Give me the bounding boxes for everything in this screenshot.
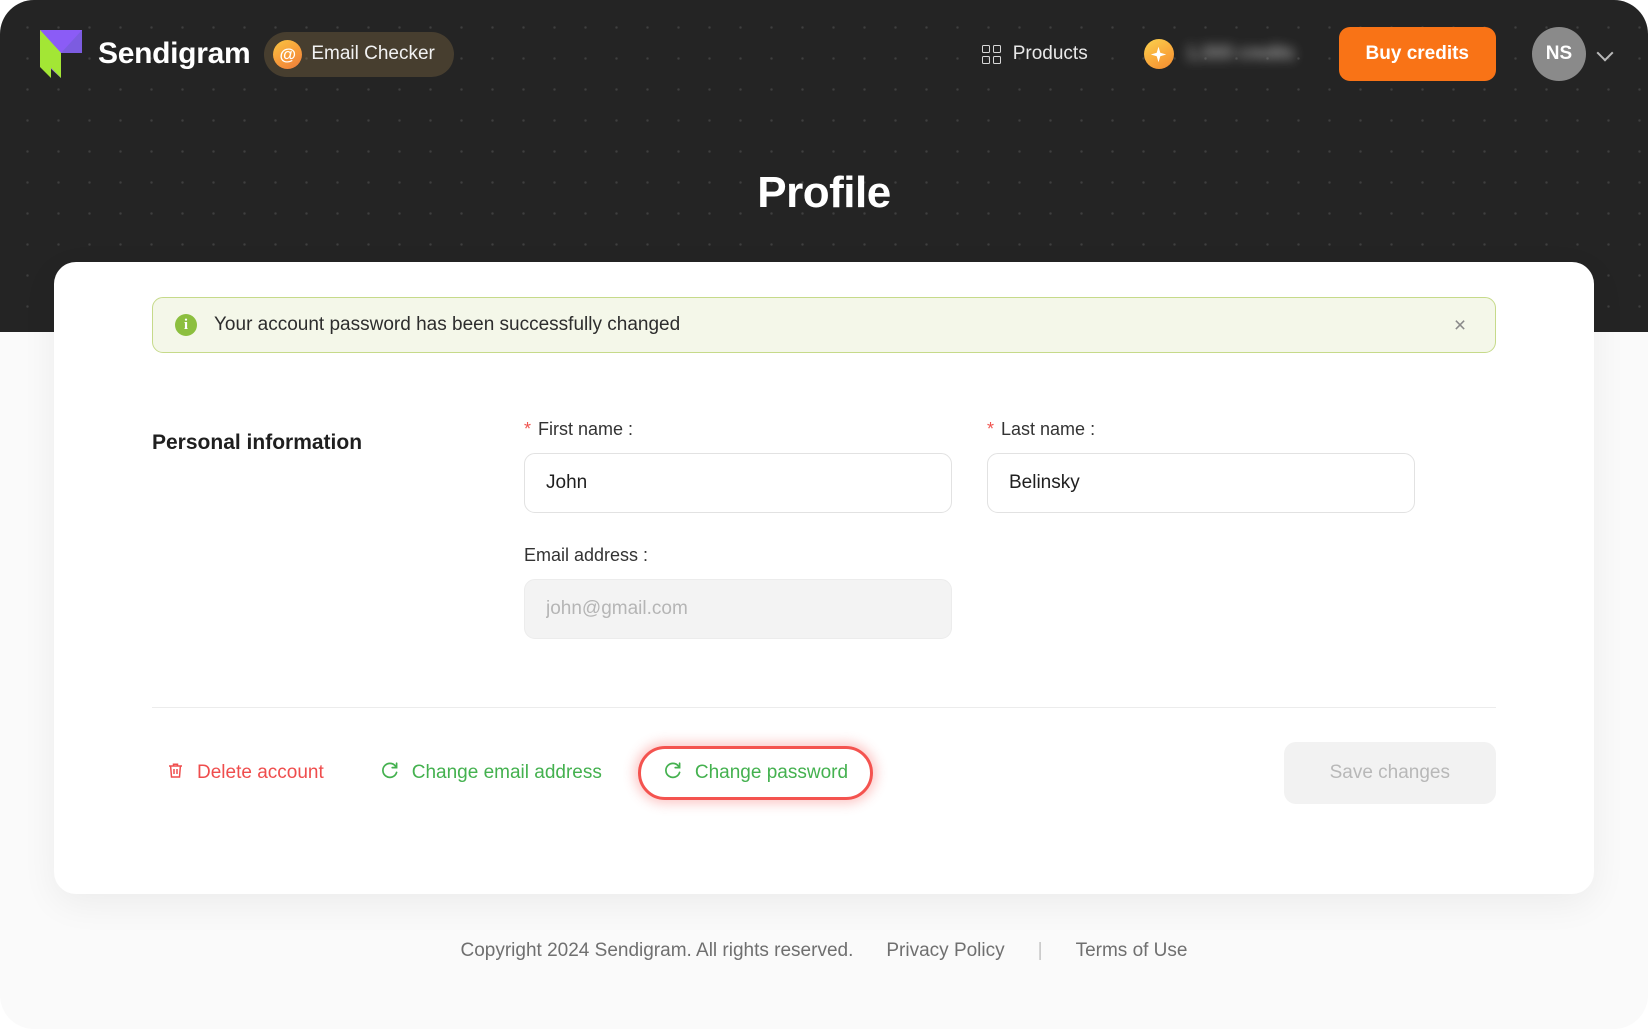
first-name-label: * First name : <box>524 419 952 440</box>
last-name-label-text: Last name : <box>1001 419 1096 439</box>
grid-icon <box>981 44 1001 64</box>
email-label: Email address : <box>524 545 952 566</box>
form-fields: * First name : * Last name : <box>524 419 1496 639</box>
change-email-address-label: Change email address <box>411 762 602 783</box>
required-asterisk-icon: * <box>524 419 532 439</box>
section-title-personal-information: Personal information <box>152 431 363 454</box>
profile-card: i Your account password has been success… <box>54 262 1594 894</box>
divider <box>152 707 1496 708</box>
required-asterisk-icon: * <box>987 419 995 439</box>
footer-link-terms-of-use[interactable]: Terms of Use <box>1076 940 1188 962</box>
nav-item-products[interactable]: Products <box>981 43 1088 65</box>
product-badge-label: Email Checker <box>311 43 435 64</box>
refresh-icon <box>380 760 400 786</box>
top-navigation-bar: Sendigram @ Email Checker Products 1,000… <box>0 0 1648 108</box>
credits-display[interactable]: 1,000 credits <box>1143 39 1295 69</box>
credit-coin-icon <box>1143 39 1174 69</box>
close-icon[interactable]: × <box>1447 312 1473 338</box>
at-symbol-icon: @ <box>273 39 303 69</box>
first-name-input[interactable] <box>524 453 952 513</box>
email-field-group: Email address : <box>524 545 952 639</box>
delete-account-button[interactable]: Delete account <box>152 750 338 797</box>
success-alert-message: Your account password has been successfu… <box>214 314 681 335</box>
email-label-text: Email address : <box>524 545 649 565</box>
avatar: NS <box>1532 27 1586 81</box>
footer: Copyright 2024 Sendigram. All rights res… <box>0 940 1648 962</box>
credits-amount-value: 1,000 credits <box>1185 43 1295 64</box>
personal-information-section: Personal information * First name : * L <box>152 419 1496 639</box>
sendigram-logo-icon <box>38 28 84 80</box>
email-input[interactable] <box>524 579 952 639</box>
footer-link-privacy-policy[interactable]: Privacy Policy <box>886 940 1004 962</box>
first-name-label-text: First name : <box>538 419 634 439</box>
email-field-row: Email address : <box>524 545 1496 639</box>
success-alert: i Your account password has been success… <box>152 297 1496 353</box>
page-title: Profile <box>757 168 891 217</box>
user-menu[interactable]: NS <box>1532 27 1614 81</box>
nav-item-products-label: Products <box>1012 43 1088 64</box>
change-email-address-button[interactable]: Change email address <box>366 749 616 797</box>
info-icon: i <box>175 314 197 336</box>
footer-separator: | <box>1037 940 1043 961</box>
change-password-label: Change password <box>694 762 849 783</box>
copyright-text: Copyright 2024 Sendigram. All rights res… <box>460 940 854 961</box>
change-password-button[interactable]: Change password <box>637 746 874 800</box>
name-field-row: * First name : * Last name : <box>524 419 1496 513</box>
last-name-input[interactable] <box>987 453 1415 513</box>
account-actions-row: Delete account Change email address Chan… <box>152 742 1496 804</box>
last-name-field-group: * Last name : <box>987 419 1415 513</box>
brand-name: Sendigram <box>98 37 251 70</box>
chevron-down-icon <box>1598 46 1614 62</box>
last-name-label: * Last name : <box>987 419 1415 440</box>
delete-account-label: Delete account <box>197 762 324 783</box>
refresh-icon <box>663 760 683 786</box>
nav-right-group: Products 1,000 credits Buy credits NS <box>981 27 1614 81</box>
trash-icon <box>166 761 185 786</box>
buy-credits-button[interactable]: Buy credits <box>1338 27 1496 81</box>
brand-logo-group[interactable]: Sendigram <box>38 28 251 80</box>
app-window: Sendigram @ Email Checker Products 1,000… <box>0 0 1648 1029</box>
save-changes-button[interactable]: Save changes <box>1283 742 1496 804</box>
first-name-field-group: * First name : <box>524 419 952 513</box>
product-badge-email-checker[interactable]: @ Email Checker <box>264 31 454 77</box>
